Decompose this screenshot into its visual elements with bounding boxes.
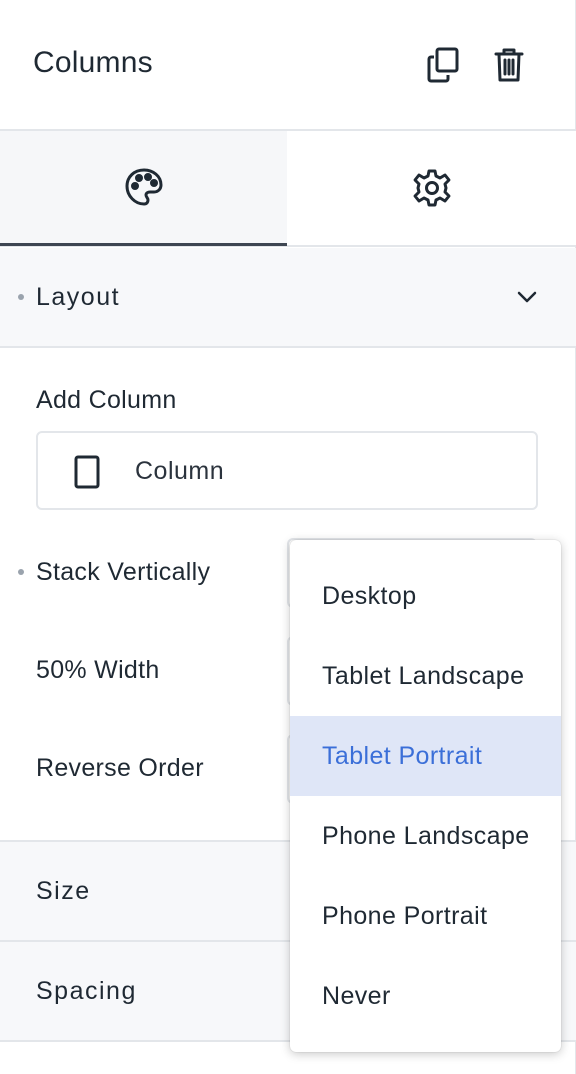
- stack-vertically-label: Stack Vertically: [36, 558, 211, 586]
- modified-indicator: [18, 294, 24, 300]
- dropdown-option-tablet-landscape[interactable]: Tablet Landscape: [290, 636, 561, 716]
- add-column-button-label: Column: [135, 457, 225, 485]
- duplicate-button[interactable]: [421, 43, 465, 87]
- dropdown-option-phone-portrait[interactable]: Phone Portrait: [290, 876, 561, 956]
- chevron-down-icon: [517, 291, 537, 303]
- panel-header: Columns: [0, 0, 576, 131]
- add-column-button[interactable]: Column: [36, 431, 538, 510]
- delete-button[interactable]: [487, 43, 531, 87]
- breakpoint-dropdown-menu: Desktop Tablet Landscape Tablet Portrait…: [290, 540, 561, 1052]
- palette-icon: [124, 168, 163, 206]
- panel-tabs: [0, 131, 576, 247]
- dropdown-option-desktop[interactable]: Desktop: [290, 556, 561, 636]
- gear-icon: [413, 169, 450, 207]
- modified-indicator: [18, 569, 24, 575]
- duplicate-icon: [427, 47, 459, 83]
- panel-title: Columns: [33, 46, 153, 79]
- reverse-order-label: Reverse Order: [36, 754, 204, 782]
- dropdown-option-never[interactable]: Never: [290, 956, 561, 1036]
- column-icon: [74, 455, 100, 489]
- size-section-title: Size: [36, 876, 91, 905]
- dropdown-option-tablet-portrait[interactable]: Tablet Portrait: [290, 716, 561, 796]
- columns-settings-panel: Columns Layout Add Column Column Stack V…: [0, 0, 576, 1074]
- spacing-section-title: Spacing: [36, 976, 137, 1005]
- tab-settings[interactable]: [287, 131, 576, 245]
- tab-style[interactable]: [0, 131, 287, 246]
- trash-icon: [494, 48, 524, 82]
- add-column-label: Add Column: [36, 386, 177, 414]
- layout-section-header[interactable]: Layout: [0, 248, 576, 348]
- width-50-label: 50% Width: [36, 656, 160, 684]
- dropdown-option-phone-landscape[interactable]: Phone Landscape: [290, 796, 561, 876]
- layout-section-title: Layout: [36, 282, 121, 311]
